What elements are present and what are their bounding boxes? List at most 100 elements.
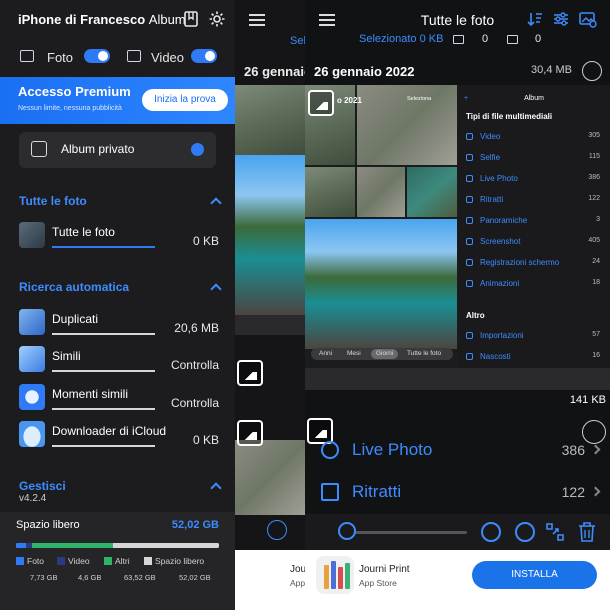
size-free: 52,02 GB [179, 573, 211, 582]
zoom-slider-track[interactable] [349, 531, 467, 534]
shot-type-icon [466, 175, 473, 182]
size-other: 63,52 GB [124, 573, 156, 582]
more-icon[interactable] [481, 522, 501, 542]
portraits-row[interactable]: Ritratti 122 [319, 478, 601, 508]
portraits-label: Ritratti [352, 482, 402, 501]
shot-album-title: Album [524, 95, 544, 102]
duplicates-divider [52, 333, 155, 335]
back-image-icon-2[interactable] [237, 420, 263, 446]
shot-types-header: Tipi di file multimediali [466, 112, 553, 121]
compress-icon[interactable] [545, 522, 565, 542]
duplicates-row[interactable]: Duplicati 20,6 MB [19, 309, 219, 339]
app-version: v4.2.4 [19, 493, 47, 504]
shot-type-row: Video 305 [466, 131, 606, 145]
similar-moments-row[interactable]: Momenti simili Controlla [19, 384, 219, 414]
select-group-checkbox[interactable] [582, 61, 602, 81]
live-photo-label: Live Photo [352, 440, 433, 459]
duplicates-value: 20,6 MB [174, 321, 219, 335]
shot-segment-all: Tutte le foto [407, 350, 442, 357]
back-ad[interactable]: Jour App [235, 550, 309, 610]
gallery-settings-icon[interactable] [579, 10, 597, 28]
shot-type-row: Selfie 115 [466, 152, 606, 166]
collapse-all-photos-chevron-icon[interactable] [210, 197, 222, 209]
private-album-button[interactable]: Album privato [19, 132, 216, 168]
live-photo-row[interactable]: Live Photo 386 [319, 436, 601, 466]
premium-subtitle: Nessun limite, nessuna pubblicità [18, 105, 122, 112]
shot-type-count: 115 [588, 153, 600, 160]
back-menu-icon[interactable] [249, 14, 265, 26]
device-name: iPhone di Francesco [18, 12, 146, 27]
trash-icon[interactable] [577, 521, 597, 543]
journi-app-icon [316, 556, 354, 594]
shot-type-row: Panoramiche 3 [466, 215, 606, 229]
shot-type-count: 405 [588, 237, 600, 244]
shot-type-row: Live Photo 386 [466, 173, 606, 187]
shot-other-label: Importazioni [480, 331, 524, 340]
back-photo[interactable] [235, 85, 305, 155]
storage-bar-other [32, 543, 114, 548]
free-space-value: 52,02 GB [171, 519, 219, 531]
manage-section-title: Gestisci [19, 479, 66, 493]
legend-photos: Foto [16, 556, 44, 566]
private-album-label: Album privato [61, 142, 135, 156]
back-slider-knob[interactable] [267, 520, 287, 540]
all-photos-row[interactable]: Tutte le foto 0 KB [19, 222, 219, 252]
shot-album-menu: + Album Tipi di file multimediali Video 3… [458, 85, 610, 390]
private-album-icon [31, 141, 47, 157]
shot-other-count: 16 [592, 352, 600, 359]
shot-photo-lake [305, 219, 457, 349]
back-photo-rocky[interactable] [235, 440, 305, 515]
bottom-toolbar [305, 514, 610, 550]
collapse-manage-chevron-icon[interactable] [210, 482, 222, 494]
photo-count: 0 [482, 33, 489, 45]
shot-other-row: Nascosti 16 [466, 351, 606, 365]
shot-type-row: Ritratti 122 [466, 194, 606, 208]
shot-other-row: Importazioni 57 [466, 330, 606, 344]
all-photos-label: Tutte le foto [52, 225, 115, 239]
similar-label: Simili [52, 349, 81, 363]
shot-photo-4 [357, 167, 405, 217]
photo-toggle-label: Foto [47, 50, 74, 65]
back-date-header: 26 gennaio [244, 64, 312, 79]
screenshot-thumbnail[interactable]: o 2021 Seleziona + Album Tipi di file mu… [305, 85, 610, 390]
shot-segment-control: Anni Mesi Giorni Tutte le foto [311, 348, 453, 360]
clock-icon [19, 384, 45, 410]
lock-icon [191, 143, 204, 156]
sort-icon[interactable] [527, 11, 543, 27]
start-trial-button[interactable]: Inizia la prova [142, 89, 228, 111]
shot-type-count: 305 [588, 132, 600, 139]
cloud-icon [19, 421, 45, 447]
photo-toggle[interactable] [84, 49, 110, 63]
video-count: 0 [535, 33, 542, 45]
date-header: 26 gennaio 2022 [314, 64, 415, 79]
video-toggle[interactable] [191, 49, 217, 63]
zoom-slider-knob[interactable] [338, 522, 356, 540]
back-image-icon[interactable] [237, 360, 263, 386]
all-photos-section-title: Tutte le foto [19, 194, 87, 208]
bookmark-book-icon[interactable] [182, 10, 200, 28]
filter-sliders-icon[interactable] [553, 11, 569, 27]
icloud-divider [52, 445, 155, 447]
check-icon[interactable] [515, 522, 535, 542]
install-button[interactable]: INSTALLA [472, 561, 597, 589]
ad-banner[interactable]: Journi Print App Store INSTALLA [305, 550, 610, 610]
icloud-downloader-row[interactable]: Downloader di iCloud 0 KB [19, 421, 219, 451]
shot-segment-days: Giorni [371, 349, 399, 359]
shot-type-count: 3 [596, 216, 600, 223]
gear-icon[interactable] [208, 10, 226, 28]
photo-icon [20, 50, 34, 62]
similar-row[interactable]: Simili Controlla [19, 346, 219, 376]
cube-icon [321, 483, 339, 501]
sidebar-header: iPhone di Francesco Album [0, 0, 235, 40]
collapse-auto-search-chevron-icon[interactable] [210, 283, 222, 295]
shot-type-label: Selfie [480, 153, 501, 162]
shot-type-label: Live Photo [480, 174, 518, 183]
back-ad-subtitle: App [290, 578, 306, 588]
premium-banner[interactable]: Accesso Premium Nessun limite, nessuna p… [0, 77, 235, 124]
duplicates-label: Duplicati [52, 312, 99, 326]
back-photo-lake[interactable] [235, 155, 305, 315]
all-photos-thumbnail [19, 222, 45, 248]
shot-type-icon [466, 238, 473, 245]
similar-divider [52, 370, 155, 372]
shot-photo-5 [407, 167, 457, 217]
